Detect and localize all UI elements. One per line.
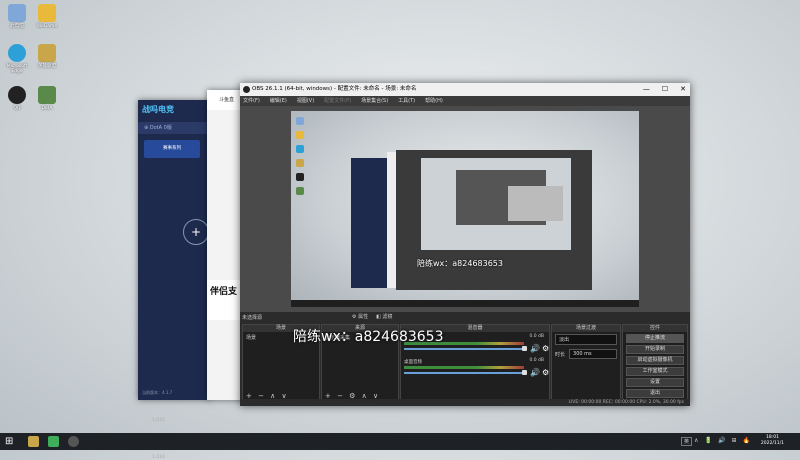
menu-bar: 文件(F) 编辑(E) 视图(V) 配置文件(P) 场景集合(S) 工具(T) … [240, 96, 690, 106]
desktop-icon-label: Microsoft Edge [6, 64, 28, 74]
preview-obs-window [396, 150, 592, 290]
obs-app-icon[interactable] [68, 436, 79, 447]
desktop-icon-wegame[interactable]: WeGame [32, 4, 62, 29]
obs-logo-icon [243, 86, 250, 93]
desktop-icon-dota[interactable]: DotA [32, 86, 62, 111]
menu-profile: 配置文件(P) [324, 98, 352, 104]
preview-watermark: 陪练wx：a824683653 [417, 259, 503, 268]
volume-slider[interactable] [404, 348, 522, 350]
transitions-title: 场景过渡 [552, 325, 620, 332]
virtual-camera-button[interactable]: 启动虚拟摄像机 [626, 356, 684, 365]
start-button[interactable]: ⊞ [5, 436, 13, 447]
desktop-icon-label: DotA [41, 106, 53, 111]
menu-file[interactable]: 文件(F) [243, 96, 260, 106]
event-banner[interactable]: 赛事系列 [144, 140, 200, 158]
penguin-icon [8, 86, 26, 104]
axis-label-bottom: 1,010 [152, 455, 165, 460]
window-title: OBS 26.1.1 (64-bit, windows) - 配置文件: 未命名… [252, 86, 417, 92]
transition-select[interactable]: 淡出 [555, 334, 617, 345]
close-button[interactable]: ✕ [680, 83, 686, 96]
volume-slider-handle[interactable] [522, 346, 527, 351]
volume-slider-handle[interactable] [522, 370, 527, 375]
stop-streaming-button[interactable]: 停止推流 [626, 334, 684, 343]
tab-dota[interactable]: ⊕ DotA 0版 [138, 122, 210, 134]
preview-desktop-icons [294, 114, 316, 195]
clock[interactable]: 18:01 2022/11/1 [761, 435, 784, 447]
bg-window-esports[interactable]: 战吗电竞 ⊕ DotA 0版 赛事系列 + 1,010 1,010 当前版本：4… [138, 100, 210, 460]
settings-button[interactable]: 设置 [626, 378, 684, 387]
menu-tools[interactable]: 工具(T) [398, 96, 415, 106]
transitions-dock: 场景过渡 淡出 时长 300 ms [551, 324, 621, 402]
controls-dock: 控件 停止推流 开始录制 启动虚拟摄像机 工作室模式 设置 退出 [622, 324, 688, 402]
desktop-icon-label: 此电脑 [10, 24, 24, 29]
exit-button[interactable]: 退出 [626, 389, 684, 398]
track-db: 0.0 dB [529, 334, 544, 339]
overlay-watermark: 陪练wx：a824683653 [293, 329, 444, 345]
speaker-icon[interactable]: 🔊 [530, 344, 540, 353]
language-indicator[interactable]: 英 [680, 437, 692, 446]
speaker-icon[interactable]: 🔊 [718, 437, 725, 444]
menu-view[interactable]: 视图(V) [297, 96, 314, 106]
no-source-label: 未选择源 [242, 315, 263, 321]
mixer-track: 桌面音频 0.0 dB 🔊 ⚙ [404, 358, 549, 380]
preview-area[interactable]: 陪练wx：a824683653 [240, 106, 690, 312]
chevron-up-icon[interactable]: ∧ [694, 437, 698, 444]
menu-help[interactable]: 帮助(H) [425, 96, 443, 106]
maximize-button[interactable]: ☐ [662, 83, 668, 96]
battery-icon[interactable]: 🔋 [705, 437, 712, 444]
desktop-icon-computer[interactable]: 此电脑 [2, 4, 32, 29]
minimize-button[interactable]: — [643, 83, 650, 96]
preview-taskbar [291, 300, 639, 307]
status-bar: LIVE: 00:00:00 REC: 00:00:00 CPU: 2.0%, … [240, 399, 690, 406]
filters-button[interactable]: ◧ 滤镜 [376, 313, 392, 320]
speaker-icon[interactable]: 🔊 [530, 368, 540, 377]
title-bar[interactable]: OBS 26.1.1 (64-bit, windows) - 配置文件: 未命名… [240, 83, 690, 96]
axis-label-top: 1,010 [152, 418, 165, 423]
computer-icon [8, 4, 26, 22]
desktop-icon-label: 英雄联盟 [38, 64, 56, 69]
studio-mode-button[interactable]: 工作室模式 [626, 367, 684, 376]
desktop-icon-qq[interactable]: QQ [2, 86, 32, 111]
track-db: 0.0 dB [529, 358, 544, 363]
green-app-icon[interactable] [48, 436, 59, 447]
input-icon[interactable]: ⊞ [731, 437, 736, 444]
clock-date: 2022/11/1 [760, 441, 784, 446]
app-tray-icon[interactable]: 🔥 [743, 437, 750, 444]
volume-slider[interactable] [404, 372, 522, 374]
version-text: 当前版本：4.1.7 [142, 390, 173, 395]
gear-icon[interactable]: ⚙ [542, 344, 549, 353]
track-name: 桌面音频 [404, 360, 422, 365]
duration-label: 时长 [555, 351, 566, 358]
game-icon [38, 4, 56, 22]
duration-input[interactable]: 300 ms [569, 349, 617, 359]
sword-icon [38, 44, 56, 62]
desktop-icon-lol[interactable]: 英雄联盟 [32, 44, 62, 69]
obs-window[interactable]: OBS 26.1.1 (64-bit, windows) - 配置文件: 未命名… [240, 83, 690, 406]
controls-title: 控件 [623, 325, 687, 332]
desktop-icon-label: QQ [13, 106, 21, 111]
volume-meter [404, 366, 524, 369]
edge-icon [8, 44, 26, 62]
menu-edit[interactable]: 编辑(E) [270, 96, 287, 106]
start-recording-button[interactable]: 开始录制 [626, 345, 684, 354]
menu-scene-collection[interactable]: 场景集合(S) [361, 96, 388, 106]
taskbar: ⊞ 英 ∧ 🔋 🔊 ⊞ 🔥 18:01 2022/11/1 [0, 433, 800, 450]
properties-button[interactable]: ⚙ 属性 [352, 313, 368, 320]
desktop-icon-label: WeGame [36, 24, 58, 29]
game-app-icon[interactable] [28, 436, 39, 447]
system-tray: ∧ 🔋 🔊 ⊞ 🔥 [694, 437, 750, 444]
add-button[interactable]: + [183, 219, 209, 245]
desktop-icon-edge[interactable]: Microsoft Edge [2, 44, 32, 74]
app-logo: 战吗电竞 [142, 105, 174, 114]
shield-icon [38, 86, 56, 104]
preview-canvas[interactable]: 陪练wx：a824683653 [291, 111, 639, 307]
gear-icon[interactable]: ⚙ [542, 368, 549, 377]
